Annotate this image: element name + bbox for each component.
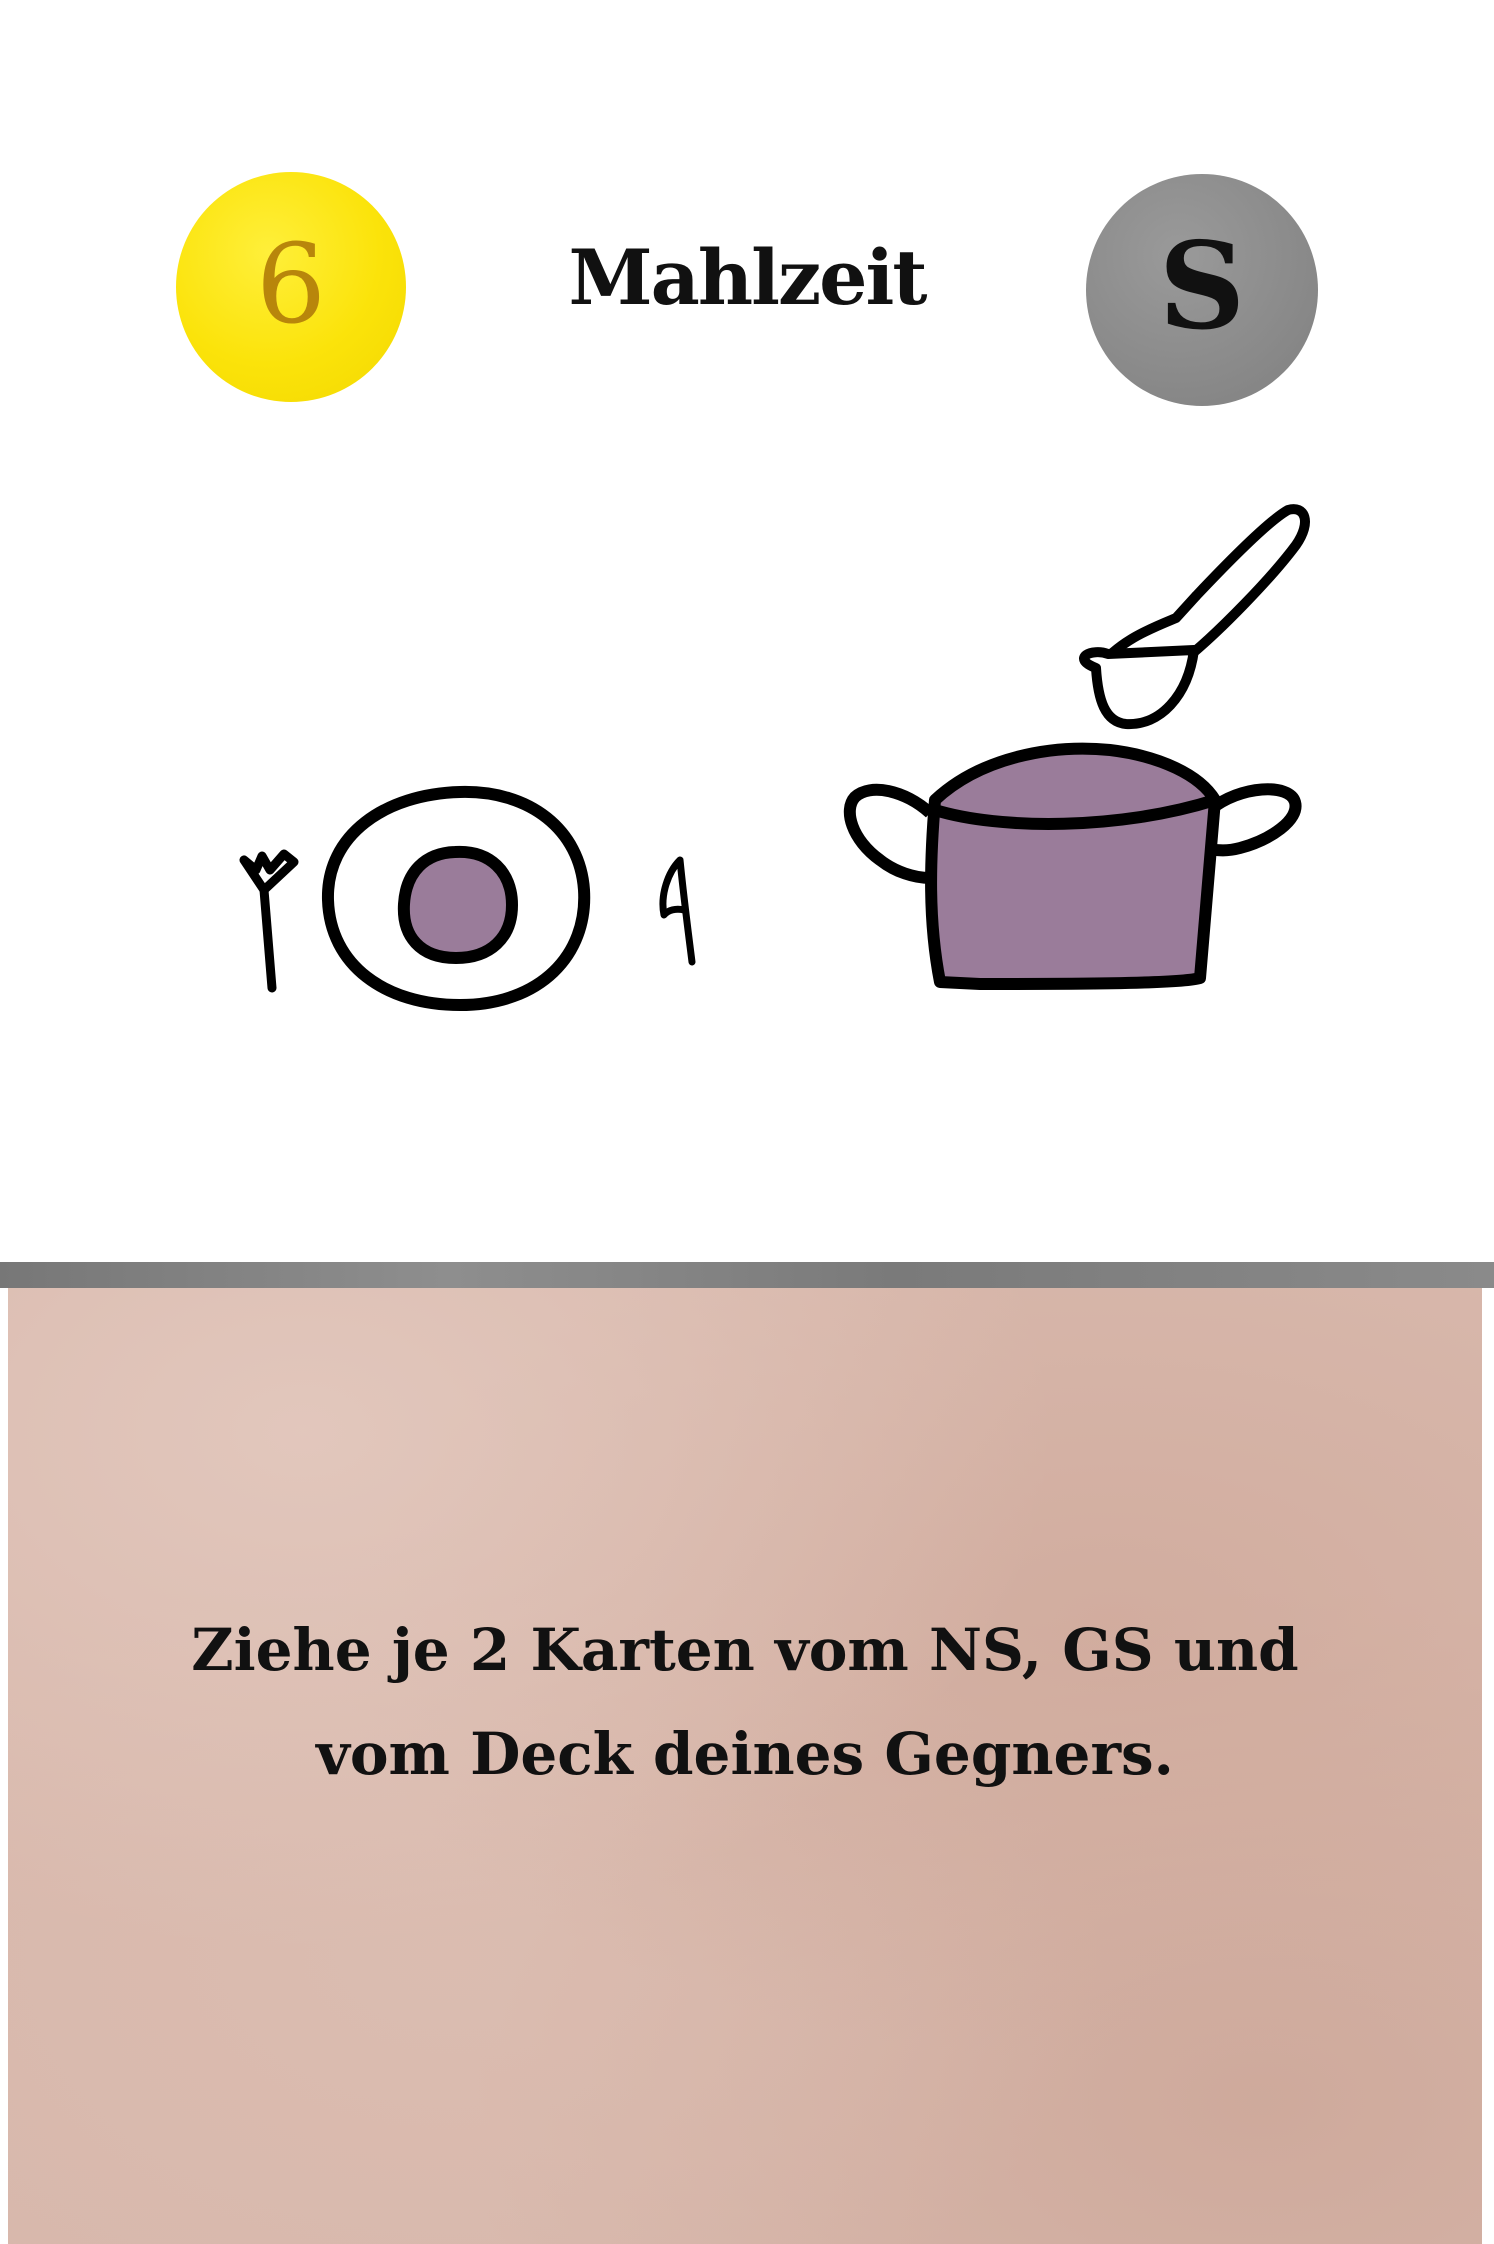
cost-badge: 6: [176, 172, 406, 402]
card-title: Mahlzeit: [568, 233, 928, 322]
type-value: S: [1158, 216, 1246, 357]
type-badge: S: [1086, 174, 1318, 406]
pot-icon: [843, 742, 1302, 990]
effect-panel: Ziehe je 2 Karten vom NS, GS und vom Dec…: [8, 1288, 1482, 2244]
knife-icon: [659, 856, 696, 966]
section-divider: [0, 1262, 1494, 1288]
cost-value: 6: [256, 220, 326, 348]
ladle-icon: [1079, 504, 1310, 730]
game-card[interactable]: 6 Mahlzeit S Ziehe je 2 Karten vom NS, G…: [0, 0, 1494, 2244]
card-illustration: [239, 504, 1310, 1012]
plate-icon: [321, 785, 591, 1012]
fork-icon: [239, 849, 299, 993]
effect-text: Ziehe je 2 Karten vom NS, GS und vom Dec…: [191, 1616, 1299, 1788]
